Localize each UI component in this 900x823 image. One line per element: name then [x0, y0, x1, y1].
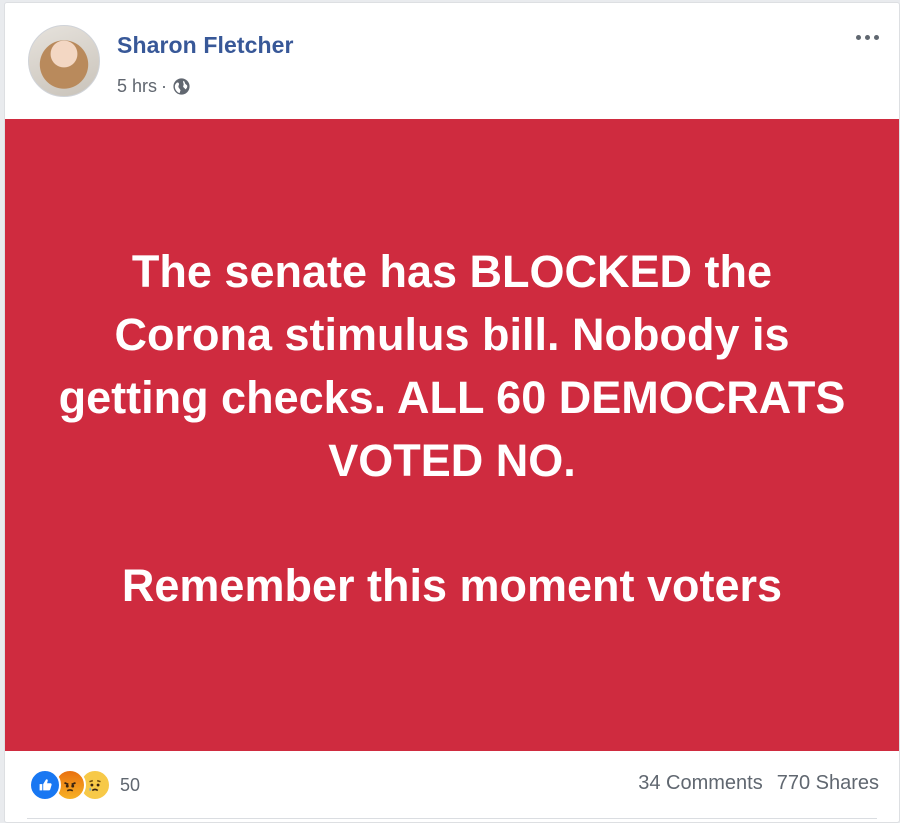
like-icon: [29, 769, 61, 801]
post-header: Sharon Fletcher 5 hrs ·: [5, 3, 899, 119]
shares-count-link[interactable]: 770 Shares: [777, 772, 879, 795]
meta-separator: ·: [161, 76, 168, 96]
post-card: Sharon Fletcher 5 hrs · The senate has B…: [4, 2, 900, 823]
post-meta: 5 hrs ·: [117, 76, 191, 97]
post-text-paragraph: The senate has BLOCKED the Corona stimul…: [58, 245, 846, 486]
reactions-summary[interactable]: 50: [29, 769, 140, 801]
more-options-icon[interactable]: [849, 25, 885, 49]
comments-count-link[interactable]: 34 Comments: [638, 772, 763, 795]
ellipsis-dot: [873, 34, 879, 40]
footer-divider: [27, 818, 877, 819]
globe-icon[interactable]: [172, 77, 191, 96]
post-stats: 34 Comments 770 Shares: [638, 772, 879, 795]
reaction-count[interactable]: 50: [120, 775, 140, 796]
post-timestamp[interactable]: 5 hrs: [117, 76, 157, 97]
post-text-paragraph: Remember this moment voters: [121, 559, 783, 611]
ellipsis-dot: [864, 34, 870, 40]
ellipsis-dot: [855, 34, 861, 40]
post-footer: 50 34 Comments 770 Shares: [5, 751, 899, 821]
post-text-banner: The senate has BLOCKED the Corona stimul…: [5, 119, 899, 751]
author-name[interactable]: Sharon Fletcher: [117, 32, 294, 59]
author-avatar[interactable]: [28, 25, 100, 97]
